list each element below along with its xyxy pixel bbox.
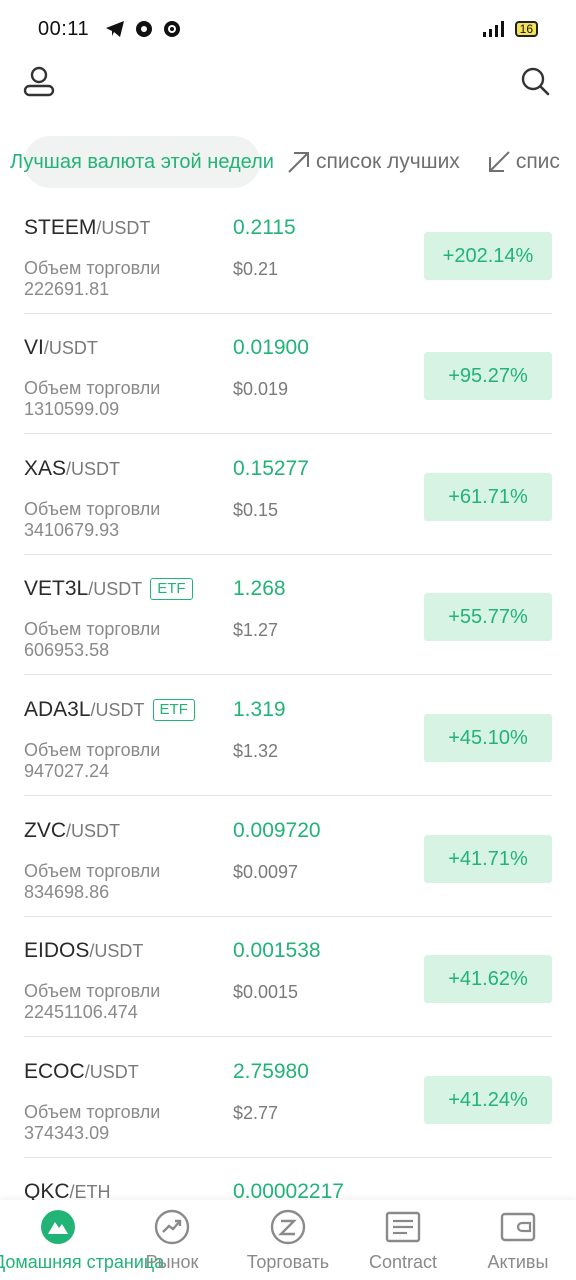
market-row[interactable]: STEEM/USDT Объем торговли 222691.81 0.211… xyxy=(0,194,576,314)
etf-badge: ETF xyxy=(150,578,193,600)
volume-info: Объем торговли 3410679.93 xyxy=(24,499,161,540)
search-icon[interactable] xyxy=(520,66,550,96)
market-row[interactable]: VET3L/USDT ETF Объем торговли 606953.58 1.… xyxy=(0,555,576,675)
pair-name: VET3L/USDT ETF xyxy=(24,577,193,601)
last-price: 1.319 xyxy=(233,698,286,721)
usd-price: $1.32 xyxy=(233,741,279,761)
last-price: 0.009720 xyxy=(233,819,321,842)
tab-top-losers-label: спис xyxy=(515,150,560,173)
pair-name: XAS/USDT xyxy=(24,457,121,480)
usd-price: $0.019 xyxy=(233,379,289,399)
bottom-nav: Домашняя страница Рынок Торговать Contra… xyxy=(0,1200,576,1280)
nav-assets[interactable]: Активы xyxy=(453,1206,576,1273)
change-badge: +202.14% xyxy=(424,232,552,280)
market-row[interactable]: VI/USDT Объем торговли 1310599.09 0.01900… xyxy=(0,314,576,434)
change-badge: +95.27% xyxy=(424,352,552,400)
last-price: 2.75980 xyxy=(233,1060,309,1083)
volume-info: Объем торговли 22451106.474 xyxy=(24,981,161,1022)
status-time: 00:11 xyxy=(38,17,90,40)
volume-info: Объем торговли 947027.24 xyxy=(24,740,161,781)
tab-top-gainers[interactable]: список лучших xyxy=(286,149,460,175)
home-mountain-icon xyxy=(41,1210,75,1244)
nav-market[interactable]: Рынок xyxy=(107,1206,237,1273)
change-badge: +45.10% xyxy=(424,714,552,762)
last-price: 0.01900 xyxy=(233,336,309,359)
change-badge: +55.77% xyxy=(424,593,552,641)
nav-contract-label: Contract xyxy=(368,1252,438,1272)
market-row[interactable]: ECOC/USDT Объем торговли 374343.09 2.7598… xyxy=(0,1038,576,1158)
volume-info: Объем торговли 834698.86 xyxy=(24,861,161,902)
tab-top-gainers-label: список лучших xyxy=(316,150,460,173)
pair-name: ECOC/USDT xyxy=(24,1060,139,1083)
market-row[interactable]: ADA3L/USDT ETF Объем торговли 947027.24 1.… xyxy=(0,676,576,796)
market-row[interactable]: EIDOS/USDT Объем торговли 22451106.474 0.… xyxy=(0,917,576,1037)
market-chart-icon xyxy=(154,1209,190,1245)
arrow-down-left-icon xyxy=(488,151,510,172)
market-row[interactable]: ZVC/USDT Объем торговли 834698.86 0.00972… xyxy=(0,797,576,917)
volume-info: Объем торговли 374343.09 xyxy=(24,1102,161,1143)
nav-home-label: Домашняя страница xyxy=(0,1252,165,1272)
app-notification-icon xyxy=(136,21,153,37)
pair-name: EIDOS/USDT xyxy=(24,939,144,962)
last-price: 0.001538 xyxy=(233,939,321,962)
change-badge: +41.62% xyxy=(424,955,552,1003)
usd-price: $0.0015 xyxy=(233,982,299,1002)
pair-name: ADA3L/USDT ETF xyxy=(24,698,195,722)
telegram-icon xyxy=(106,21,125,37)
usd-price: $1.27 xyxy=(233,620,279,640)
battery-indicator: 16 xyxy=(514,21,538,37)
last-price: 0.15277 xyxy=(233,457,309,480)
divider xyxy=(24,433,552,434)
change-badge: +41.71% xyxy=(424,835,552,883)
volume-info: Объем торговли 222691.81 xyxy=(24,258,161,299)
change-badge: +61.71% xyxy=(424,473,552,521)
market-list: STEEM/USDT Объем торговли 222691.81 0.211… xyxy=(0,194,576,1204)
record-icon xyxy=(164,21,181,37)
nav-contract[interactable]: Contract xyxy=(338,1206,468,1273)
volume-info: Объем торговли 606953.58 xyxy=(24,619,161,660)
pair-name: ZVC/USDT xyxy=(24,819,120,842)
volume-info: Объем торговли 1310599.09 xyxy=(24,378,161,419)
nav-home[interactable]: Домашняя страница xyxy=(0,1206,165,1273)
nav-trade[interactable]: Торговать xyxy=(223,1206,353,1273)
divider xyxy=(24,674,552,675)
pair-name: STEEM/USDT xyxy=(24,216,151,239)
market-row[interactable]: XAS/USDT Объем торговли 3410679.93 0.1527… xyxy=(0,435,576,555)
wallet-icon xyxy=(500,1212,536,1242)
signal-icon xyxy=(482,21,504,37)
nav-trade-label: Торговать xyxy=(246,1252,330,1272)
trade-icon xyxy=(270,1209,306,1245)
tab-best-currency-week[interactable]: Лучшая валюта этой недели xyxy=(10,136,274,188)
divider xyxy=(24,1036,552,1037)
status-bar: 00:11 16 xyxy=(0,0,576,58)
pair-name: VI/USDT xyxy=(24,336,98,359)
usd-price: $2.77 xyxy=(233,1103,279,1123)
user-profile-icon[interactable] xyxy=(22,64,56,98)
ranking-tabs: Лучшая валюта этой недели список лучших … xyxy=(0,130,576,194)
last-price: 0.2115 xyxy=(233,216,296,239)
nav-assets-label: Активы xyxy=(487,1252,549,1272)
last-price: 1.268 xyxy=(233,577,286,600)
divider xyxy=(24,795,552,796)
arrow-up-right-icon xyxy=(288,152,309,173)
tab-top-losers[interactable]: спис xyxy=(486,149,560,175)
nav-market-label: Рынок xyxy=(145,1252,199,1272)
usd-price: $0.0097 xyxy=(233,862,299,882)
etf-badge: ETF xyxy=(152,699,195,721)
usd-price: $0.15 xyxy=(233,500,279,520)
contract-icon xyxy=(385,1211,421,1243)
usd-price: $0.21 xyxy=(233,259,279,279)
change-badge: +41.24% xyxy=(424,1076,552,1124)
top-nav xyxy=(0,58,576,108)
